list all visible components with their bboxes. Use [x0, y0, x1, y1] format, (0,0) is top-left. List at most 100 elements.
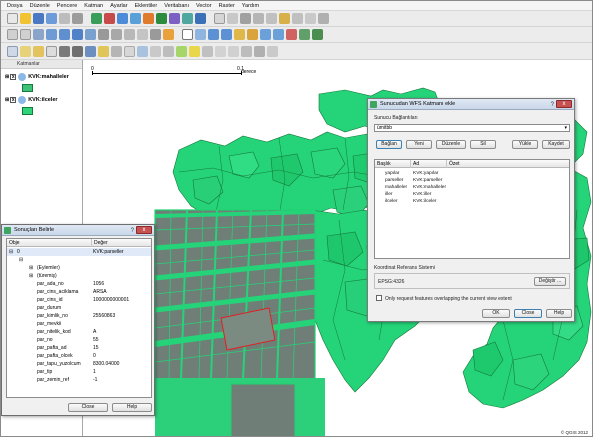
menu-eklentiler[interactable]: Eklentiler	[135, 3, 158, 9]
column-header-name[interactable]: Ad	[411, 160, 447, 168]
table-row-name[interactable]: KVK:mahalleler	[413, 185, 446, 190]
select-by-expression-icon[interactable]	[33, 45, 44, 57]
paste-features-icon[interactable]	[318, 13, 329, 24]
add-vector-layer-icon[interactable]	[91, 13, 102, 24]
measure-line-icon[interactable]	[72, 45, 83, 57]
node-tool-icon[interactable]	[266, 13, 277, 24]
attribute-row[interactable]: par_pafta_ad 15	[7, 344, 151, 352]
identify-results-table[interactable]: Obje Değer ⊟ 0 KVK:parseller ⊟ ⊞ (Eyleml…	[6, 238, 152, 398]
add-postgis-layer-icon[interactable]	[117, 13, 128, 24]
open-attribute-table-icon[interactable]	[59, 45, 70, 57]
table-row-title[interactable]: mahalleler	[385, 185, 407, 190]
attribute-row[interactable]: par_mevkii	[7, 320, 151, 328]
pan-to-selection-icon[interactable]	[195, 29, 206, 40]
table-row-name[interactable]: KVK:yapılar	[413, 171, 438, 176]
connect-button[interactable]: Bağlan	[376, 140, 402, 149]
new-shapefile-icon[interactable]	[195, 13, 206, 24]
delete-ring-icon[interactable]	[72, 29, 83, 40]
redo-icon[interactable]	[20, 29, 31, 40]
attribute-row[interactable]: par_tapu_yuzolcum 8300.04000	[7, 360, 151, 368]
show-hide-labels-icon[interactable]	[228, 45, 239, 57]
help-button[interactable]: Help	[546, 309, 572, 318]
zoom-out-icon[interactable]	[221, 29, 232, 40]
add-wcs-layer-icon[interactable]	[169, 13, 180, 24]
new-project-icon[interactable]	[7, 13, 18, 24]
add-part-icon[interactable]	[59, 29, 70, 40]
layer-item-ilceler[interactable]: ⊞ x KVK:ilceler	[5, 96, 58, 104]
attribute-row[interactable]: par_tip 1	[7, 368, 151, 376]
change-crs-button[interactable]: Değiştir ...	[534, 277, 566, 286]
table-row-title[interactable]: ilceler	[385, 199, 398, 204]
show-bookmarks-icon[interactable]	[137, 45, 148, 57]
menu-duzenle[interactable]: Düzenle	[30, 3, 50, 9]
pan-hand-icon[interactable]	[182, 29, 193, 40]
column-header-title[interactable]: Başlık	[375, 160, 411, 168]
load-button[interactable]: Yükle	[512, 140, 538, 149]
attribute-row[interactable]: par_cins_aciklama ARSA	[7, 288, 151, 296]
attribute-row[interactable]: par_kimlik_no 25560863	[7, 312, 151, 320]
copy-features-icon[interactable]	[305, 13, 316, 24]
menu-veritabani[interactable]: Veritabanı	[164, 3, 189, 9]
layer-table[interactable]: Başlık Ad Özet yapılar KVK:yapılar parse…	[374, 159, 570, 259]
measure-area-icon[interactable]	[85, 45, 96, 57]
expand-icon[interactable]: ⊞	[29, 272, 33, 280]
menu-raster[interactable]: Raster	[219, 3, 235, 9]
zoom-to-selection-icon[interactable]	[247, 29, 258, 40]
new-bookmark-icon[interactable]	[124, 45, 135, 57]
move-label-icon[interactable]	[241, 45, 252, 57]
table-row-name[interactable]: KVK:ilceler	[413, 199, 436, 204]
label-tool-icon[interactable]	[189, 45, 200, 57]
result-row-derived[interactable]: ⊞ (türemiş)	[7, 272, 151, 280]
zoom-native-icon[interactable]	[273, 29, 284, 40]
column-header-abstract[interactable]: Özet	[447, 160, 571, 168]
change-label-icon[interactable]	[267, 45, 278, 57]
menu-dosya[interactable]: Dosya	[7, 3, 23, 9]
attribute-row[interactable]: par_ada_no 1056	[7, 280, 151, 288]
layer-visibility-checkbox[interactable]: x	[10, 74, 17, 80]
bbox-filter-checkbox[interactable]	[376, 295, 382, 301]
add-feature-icon[interactable]	[240, 13, 251, 24]
simplify-feature-icon[interactable]	[33, 29, 44, 40]
save-project-icon[interactable]	[33, 13, 44, 24]
layer-labeling-icon[interactable]	[202, 45, 213, 57]
table-row-name[interactable]: KVK:iller	[413, 192, 431, 197]
menu-yardim[interactable]: Yardım	[242, 3, 259, 9]
split-features-icon[interactable]	[124, 29, 135, 40]
expand-icon[interactable]: ⊞	[5, 97, 9, 103]
help-button[interactable]: Help	[112, 403, 152, 412]
help-question-icon[interactable]: ?	[131, 226, 134, 237]
wfs-dialog-titlebar[interactable]: Sunucudan WFS Katmanı ekle ? x	[368, 99, 574, 110]
attribute-row[interactable]: par_nitelik_kod A	[7, 328, 151, 336]
add-wfs-layer-icon[interactable]	[156, 13, 167, 24]
save-button[interactable]: Kaydet	[542, 140, 570, 149]
attribute-row[interactable]: par_cins_id 1000000000001	[7, 296, 151, 304]
measure-angle-icon[interactable]	[98, 45, 109, 57]
save-as-icon[interactable]	[46, 13, 57, 24]
zoom-last-icon[interactable]	[286, 29, 297, 40]
pin-labels-icon[interactable]	[215, 45, 226, 57]
attribute-row[interactable]: par_no 55	[7, 336, 151, 344]
identify-dialog-titlebar[interactable]: Sonuçları Belirle ? x	[2, 225, 154, 236]
help-question-icon[interactable]: ?	[551, 100, 554, 111]
delete-selected-icon[interactable]	[279, 13, 290, 24]
connection-select[interactable]: ümitbb ▾	[374, 124, 570, 132]
add-ring-icon[interactable]	[46, 29, 57, 40]
collapse-icon[interactable]: ⊟	[9, 248, 13, 256]
move-annotation-icon[interactable]	[176, 45, 187, 57]
layer-visibility-checkbox[interactable]: x	[10, 97, 17, 103]
undo-icon[interactable]	[7, 29, 18, 40]
menu-katman[interactable]: Katman	[84, 3, 103, 9]
map-tips-icon[interactable]	[111, 45, 122, 57]
table-row-name[interactable]: KVK:parseller	[413, 178, 442, 183]
table-row-title[interactable]: iller	[385, 192, 392, 197]
expand-icon[interactable]: ⊞	[5, 74, 9, 80]
table-row-title[interactable]: yapılar	[385, 171, 399, 176]
close-icon[interactable]: x	[136, 226, 152, 234]
attribute-row[interactable]: par_pafta_olcek 0	[7, 352, 151, 360]
result-row-feature[interactable]: ⊟ 0 KVK:parseller	[7, 248, 151, 256]
close-button[interactable]: Close	[68, 403, 108, 412]
expand-icon[interactable]: ⊞	[29, 264, 33, 272]
close-icon[interactable]: x	[556, 100, 572, 108]
add-delimited-text-icon[interactable]	[182, 13, 193, 24]
reshape-features-icon[interactable]	[98, 29, 109, 40]
